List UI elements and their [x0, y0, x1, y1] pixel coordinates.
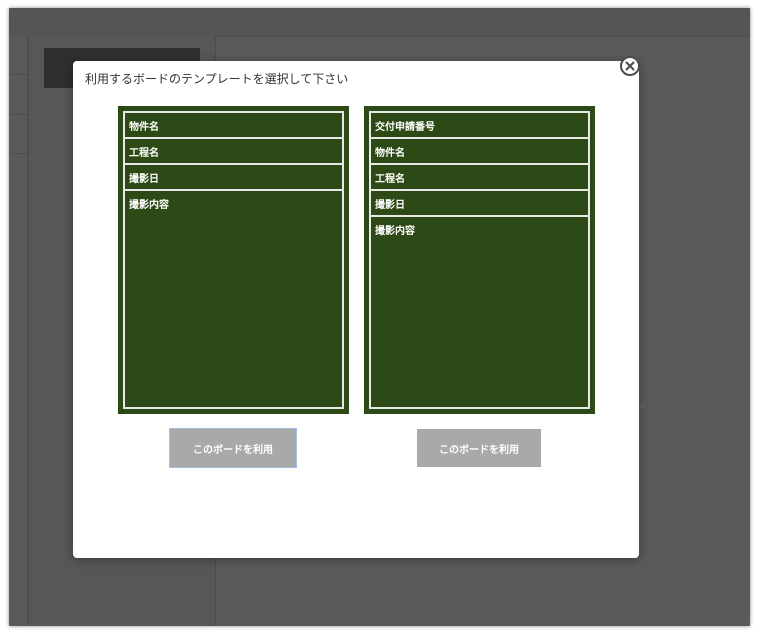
board-row: 撮影日: [125, 165, 342, 191]
board-row: 撮影内容: [129, 200, 169, 211]
board-row: 物件名: [125, 113, 342, 139]
sidebar-divider-line: [9, 114, 33, 115]
top-bar: [9, 8, 750, 36]
dialog-title: 利用するボードのテンプレートを選択して下さい: [85, 72, 349, 86]
board-frame: 物件名 工程名 撮影日 撮影内容: [123, 111, 344, 409]
use-board-button-2[interactable]: このボードを利用: [417, 429, 541, 467]
close-dialog-button[interactable]: [620, 56, 640, 76]
sidebar-divider-line: [9, 153, 33, 154]
sidebar-divider-line: [9, 74, 33, 75]
board-row: 撮影内容: [375, 226, 415, 237]
board-template-2[interactable]: 交付申請番号 物件名 工程名 撮影日 撮影内容: [364, 106, 595, 414]
board-frame: 交付申請番号 物件名 工程名 撮影日 撮影内容: [369, 111, 590, 409]
board-row: 工程名: [371, 165, 588, 191]
main-divider-line: [215, 36, 750, 37]
template-select-dialog: 利用するボードのテンプレートを選択して下さい 物件名 工程名 撮影日 撮影内容 …: [73, 61, 639, 558]
board-row: 工程名: [125, 139, 342, 165]
board-template-1[interactable]: 物件名 工程名 撮影日 撮影内容: [118, 106, 349, 414]
board-row: 物件名: [371, 139, 588, 165]
board-row: 交付申請番号: [371, 113, 588, 139]
use-board-button-1[interactable]: このボードを利用: [170, 429, 296, 467]
board-row: 撮影日: [371, 191, 588, 217]
close-icon: [625, 61, 635, 71]
